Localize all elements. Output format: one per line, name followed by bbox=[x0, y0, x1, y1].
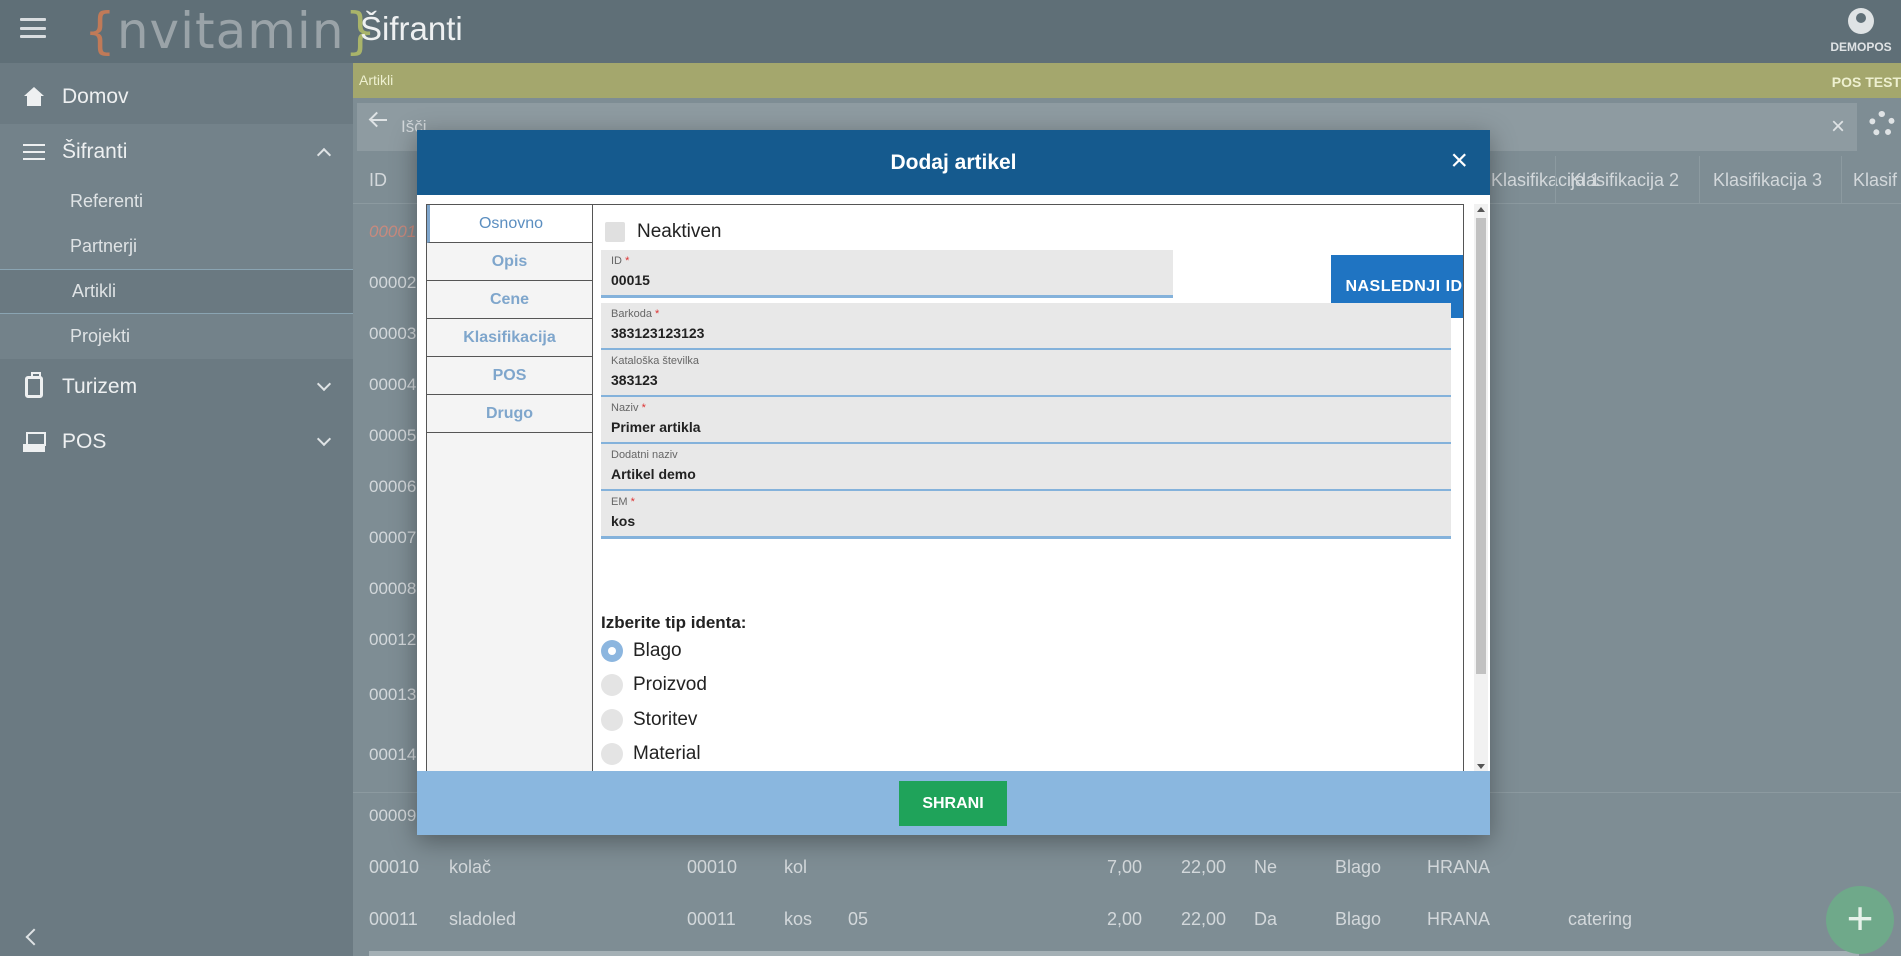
radio-button[interactable] bbox=[601, 640, 623, 662]
sidebar-item-label: Domov bbox=[62, 84, 129, 108]
id-input[interactable] bbox=[611, 270, 1431, 290]
pos-icon bbox=[23, 431, 46, 452]
user-menu[interactable]: DEMOPOS bbox=[1821, 8, 1901, 54]
radio-proizvod[interactable]: Proizvod bbox=[601, 670, 707, 700]
table-row[interactable]: 00010 kolač 00010 kol 7,00 22,00 Ne Blag… bbox=[353, 843, 1901, 893]
close-icon[interactable]: × bbox=[1450, 144, 1468, 178]
logo: {nvitamin} bbox=[84, 2, 378, 60]
additional-name-input[interactable] bbox=[611, 464, 1431, 484]
dialog-title: Dodaj artikel bbox=[890, 151, 1017, 174]
collapse-sidebar-icon[interactable] bbox=[25, 928, 43, 946]
list-icon bbox=[23, 143, 45, 160]
inactive-checkbox-row[interactable]: Neaktiven bbox=[605, 221, 722, 243]
radio-blago[interactable]: Blago bbox=[601, 636, 682, 666]
table-row-id[interactable]: 00003 bbox=[369, 324, 416, 344]
page-title: Šifranti bbox=[360, 10, 463, 47]
home-icon bbox=[23, 86, 45, 107]
scroll-up-icon[interactable] bbox=[1477, 207, 1485, 212]
table-row-id[interactable]: 00008 bbox=[369, 579, 416, 599]
dialog-body: Osnovno Opis Cene Klasifikacija POS Drug… bbox=[426, 204, 1464, 772]
table-row-id[interactable]: 00013 bbox=[369, 685, 416, 705]
tab-klasifikacija[interactable]: Klasifikacija bbox=[427, 319, 592, 357]
sidebar-item-label: Turizem bbox=[62, 374, 138, 398]
environment-label: POS TEST bbox=[1831, 74, 1901, 90]
breadcrumb: Artikli bbox=[359, 72, 394, 88]
radio-material[interactable]: Material bbox=[601, 739, 701, 769]
ident-type-title: Izberite tip identa: bbox=[601, 613, 747, 632]
radio-storitev[interactable]: Storitev bbox=[601, 705, 697, 735]
table-row[interactable]: 00011 sladoled 00011 kos 05 2,00 22,00 D… bbox=[353, 895, 1901, 945]
catalog-number-input[interactable] bbox=[611, 370, 1431, 390]
tab-pos[interactable]: POS bbox=[427, 357, 592, 395]
sidebar-subitem-referenti[interactable]: Referenti bbox=[0, 179, 353, 224]
tab-drugo[interactable]: Drugo bbox=[427, 395, 592, 433]
sidebar-item-label: Šifranti bbox=[62, 139, 128, 163]
table-row-id[interactable]: 00014 bbox=[369, 745, 416, 765]
close-icon[interactable]: × bbox=[1831, 113, 1845, 141]
tab-osnovno[interactable]: Osnovno bbox=[427, 205, 592, 243]
catalog-number-field[interactable]: Kataloška številka bbox=[601, 350, 1451, 398]
chevron-up-icon bbox=[316, 147, 332, 163]
column-header-id[interactable]: ID bbox=[369, 170, 387, 191]
barcode-input[interactable] bbox=[611, 323, 1431, 343]
additional-name-field[interactable]: Dodatni naziv bbox=[601, 444, 1451, 492]
add-button[interactable]: + bbox=[1826, 886, 1894, 954]
table-row-id[interactable]: 00009 bbox=[369, 806, 416, 826]
unit-input[interactable] bbox=[611, 511, 1431, 531]
context-bar: Artikli POS TEST bbox=[353, 63, 1901, 98]
vertical-scrollbar[interactable] bbox=[1474, 204, 1488, 772]
sidebar-item-pos[interactable]: POS bbox=[0, 414, 353, 469]
table-row-id[interactable]: 00004 bbox=[369, 375, 416, 395]
gear-icon[interactable] bbox=[1869, 111, 1895, 137]
tab-opis[interactable]: Opis bbox=[427, 243, 592, 281]
basic-form: Neaktiven ID * NASLEDNJI ID Barkoda * Ka… bbox=[601, 205, 1463, 771]
name-input[interactable] bbox=[611, 417, 1431, 437]
luggage-icon bbox=[25, 371, 43, 398]
sidebar-item-turizem[interactable]: Turizem bbox=[0, 359, 353, 414]
user-name: DEMOPOS bbox=[1830, 40, 1892, 54]
name-field[interactable]: Naziv * bbox=[601, 397, 1451, 445]
table-row-id[interactable]: 00001 bbox=[369, 222, 416, 242]
chevron-down-icon bbox=[316, 376, 332, 392]
save-button[interactable]: SHRANI bbox=[899, 781, 1007, 826]
add-article-dialog: Dodaj artikel × Osnovno Opis Cene Klasif… bbox=[417, 130, 1490, 835]
scrollbar-thumb[interactable] bbox=[1476, 218, 1486, 674]
back-arrow-icon[interactable] bbox=[371, 119, 387, 121]
sidebar-item-domov[interactable]: Domov bbox=[0, 69, 353, 124]
inactive-checkbox[interactable] bbox=[605, 222, 625, 242]
chevron-down-icon bbox=[316, 431, 332, 447]
barcode-field[interactable]: Barkoda * bbox=[601, 303, 1451, 351]
radio-button[interactable] bbox=[601, 743, 623, 765]
scroll-down-icon[interactable] bbox=[1477, 764, 1485, 769]
table-row-id[interactable]: 00007 bbox=[369, 528, 416, 548]
inactive-label: Neaktiven bbox=[637, 221, 722, 242]
sidebar-item-label: POS bbox=[62, 429, 107, 453]
sidebar-subitem-artikli[interactable]: Artikli bbox=[0, 269, 353, 314]
radio-button[interactable] bbox=[601, 674, 623, 696]
sidebar: Domov Šifranti Referenti Partnerji Artik… bbox=[0, 63, 353, 956]
table-row-id[interactable]: 00002 bbox=[369, 273, 416, 293]
dialog-header: Dodaj artikel × bbox=[417, 130, 1490, 195]
column-header-klasifikacija-4[interactable]: Klasif bbox=[1853, 170, 1897, 191]
sidebar-subitem-partnerji[interactable]: Partnerji bbox=[0, 224, 353, 269]
menu-icon[interactable] bbox=[20, 18, 46, 38]
tab-cene[interactable]: Cene bbox=[427, 281, 592, 319]
table-row-id[interactable]: 00012 bbox=[369, 630, 416, 650]
column-header-klasifikacija-2[interactable]: Klasifikacija 2 bbox=[1570, 170, 1679, 191]
column-header-klasifikacija-3[interactable]: Klasifikacija 3 bbox=[1713, 170, 1822, 191]
dialog-footer: SHRANI bbox=[417, 771, 1490, 835]
tab-list: Osnovno Opis Cene Klasifikacija POS Drug… bbox=[427, 205, 593, 771]
id-field[interactable]: ID * bbox=[601, 250, 1431, 298]
table-row-id[interactable]: 00005 bbox=[369, 426, 416, 446]
sidebar-item-sifranti[interactable]: Šifranti bbox=[0, 124, 353, 179]
sidebar-subitem-projekti[interactable]: Projekti bbox=[0, 314, 353, 359]
horizontal-scrollbar[interactable] bbox=[369, 951, 1859, 956]
top-bar: {nvitamin} Šifranti DEMOPOS bbox=[0, 0, 1901, 63]
unit-field[interactable]: EM * bbox=[601, 491, 1451, 539]
account-icon bbox=[1848, 8, 1874, 34]
radio-button[interactable] bbox=[601, 709, 623, 731]
table-row-id[interactable]: 00006 bbox=[369, 477, 416, 497]
